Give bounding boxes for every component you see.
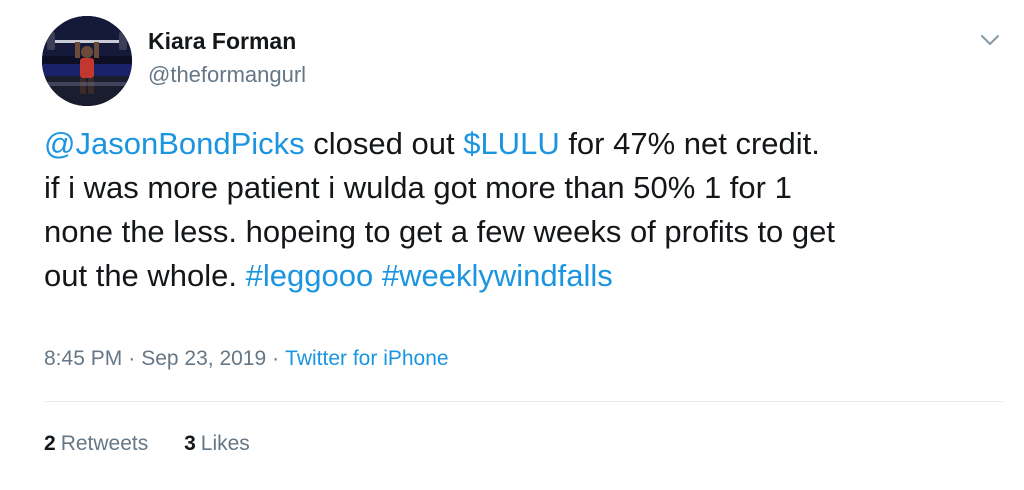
tweet-text-line: if i was more patient i wulda got more t… <box>44 170 792 205</box>
likes-label: Likes <box>200 432 250 455</box>
meta-separator: · <box>128 347 136 370</box>
avatar-photo <box>42 16 132 106</box>
likes-stat[interactable]: 3 Likes <box>184 432 250 455</box>
tweet-text-line: out the whole. #leggooo #weeklywindfalls <box>44 254 1014 298</box>
tweet-source-link[interactable]: Twitter for iPhone <box>285 347 448 370</box>
meta-separator: · <box>272 347 280 370</box>
tweet-text: @JasonBondPicks closed out $LULU for 47%… <box>44 122 1014 298</box>
tweet-time[interactable]: 8:45 PM <box>44 347 122 370</box>
hashtag-link[interactable]: #leggooo <box>246 258 374 293</box>
author-handle[interactable]: @theformangurl <box>148 62 306 88</box>
tweet-text-line: @JasonBondPicks closed out $LULU for 47%… <box>44 122 1014 166</box>
retweets-count: 2 <box>44 432 56 455</box>
divider <box>44 401 1004 402</box>
tweet-text-segment <box>373 258 382 293</box>
retweets-stat[interactable]: 2 Retweets <box>44 432 148 455</box>
author-display-name[interactable]: Kiara Forman <box>148 28 296 55</box>
avatar[interactable] <box>42 16 132 106</box>
chevron-down-icon[interactable] <box>976 26 1004 54</box>
likes-count: 3 <box>184 432 196 455</box>
tweet-card: Kiara Forman @theformangurl @JasonBondPi… <box>0 0 1024 490</box>
tweet-text-line: none the less. hopeing to get a few week… <box>44 214 835 249</box>
tweet-text-segment: for 47% net credit. <box>559 126 820 161</box>
tweet-text-segment: out the whole. <box>44 258 246 293</box>
mention-link[interactable]: @JasonBondPicks <box>44 126 305 161</box>
tweet-stats: 2 Retweets 3 Likes <box>44 432 280 456</box>
hashtag-link[interactable]: #weeklywindfalls <box>382 258 613 293</box>
cashtag-link[interactable]: $LULU <box>463 126 560 161</box>
retweets-label: Retweets <box>60 432 149 455</box>
tweet-meta: 8:45 PM · Sep 23, 2019 · Twitter for iPhone <box>44 347 449 371</box>
tweet-text-segment: closed out <box>304 126 464 161</box>
tweet-date[interactable]: Sep 23, 2019 <box>141 347 266 370</box>
